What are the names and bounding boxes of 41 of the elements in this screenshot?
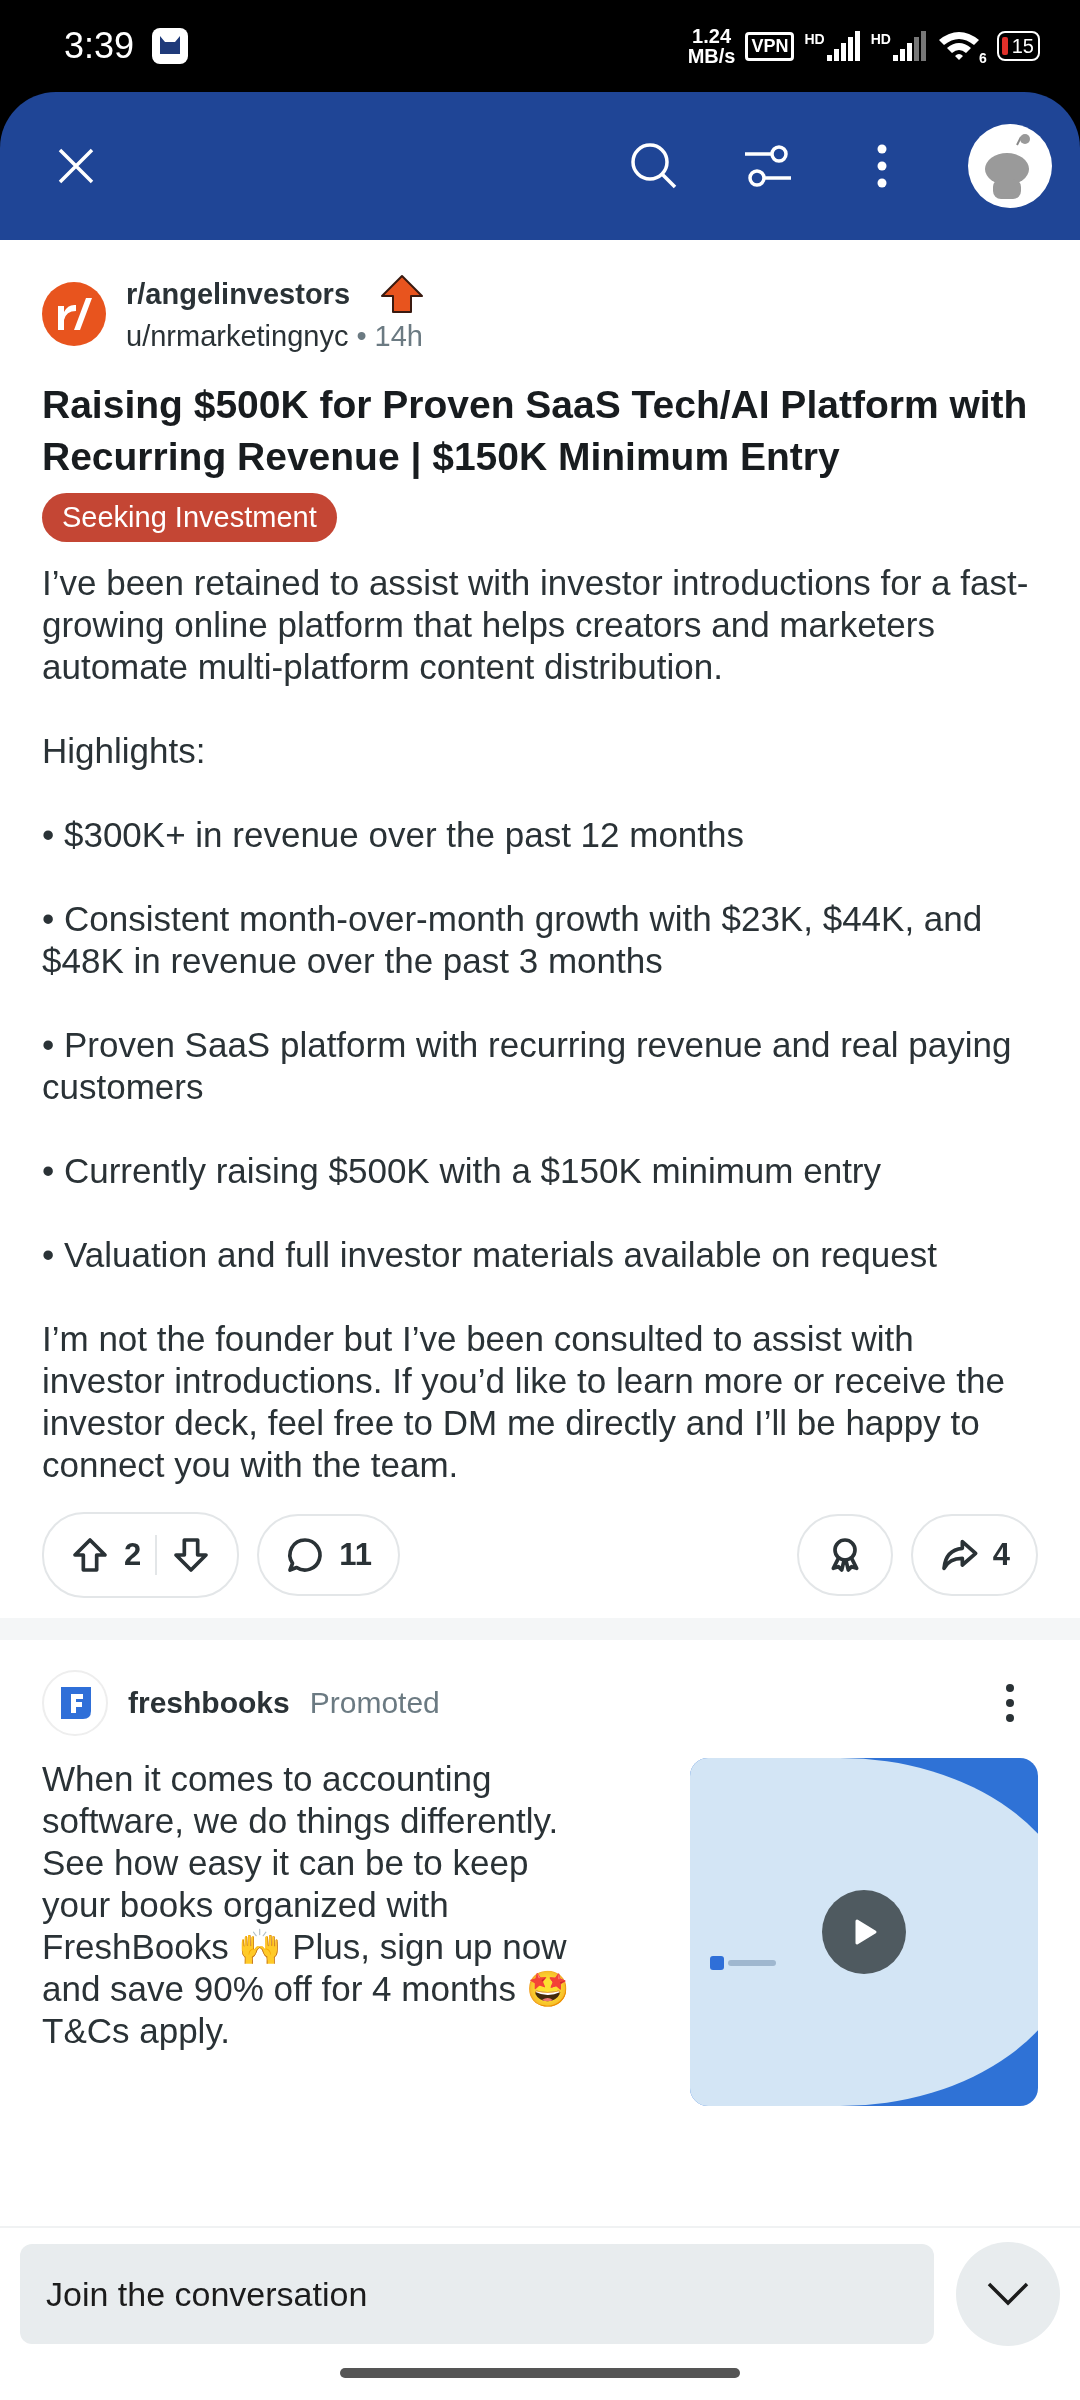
sliders-icon	[743, 144, 793, 188]
search-icon	[629, 141, 679, 191]
close-icon	[56, 146, 96, 186]
post-paragraph: I’m not the founder but I’ve been consulted to assist with investor introductions. If you’d like to learn more or receive the investor deck, feel free to DM me directly and I’ll be happy to connect you with the team.	[42, 1318, 1006, 1486]
signal-icon	[892, 31, 927, 61]
post-paragraph: • Valuation and full investor materials available on request	[42, 1234, 938, 1276]
vpn-indicator: VPN	[745, 31, 795, 61]
ad-text: When it comes to accounting software, we do things differently. See how easy it can be to keep your books organized with FreshBooks 🙌 Plus, sign up now and save 90% off for 4 months 🤩 T&Cs apply.	[42, 1758, 571, 2052]
network-type-label: HD	[804, 31, 825, 47]
comment-input[interactable]: Join the conversation	[20, 2244, 934, 2344]
post-age: 14h	[374, 320, 423, 353]
post-title: Raising $500K for Proven SaaS Tech/AI Platform with Recurring Revenue | $150K Minimum Entry	[42, 382, 1029, 481]
more-icon	[876, 144, 888, 188]
post-flair: Seeking Investment	[42, 493, 337, 542]
post-paragraph: • Proven SaaS platform with recurring revenue and real paying customers	[42, 1024, 1013, 1108]
post-paragraph: Highlights:	[42, 730, 207, 772]
signal-icon	[826, 31, 861, 61]
comments-button[interactable]: 11	[257, 1514, 401, 1596]
clock: 3:39	[64, 25, 135, 67]
upvote-button[interactable]	[70, 1535, 110, 1575]
post-paragraph: • Currently raising $500K with a $150K minimum entry	[42, 1150, 882, 1192]
post-paragraph: • Consistent month-over-month growth with $23K, $44K, and $48K in revenue over the past 3 months	[42, 898, 984, 982]
wifi-label: 6	[978, 50, 987, 66]
username-link[interactable]: u/nrmarketingnyc	[126, 320, 349, 353]
cat-app-icon	[152, 28, 189, 64]
post-paragraph: I’ve been retained to assist with investor introductions for a fast-growing online platform that helps creators and marketers automate multi-platform content distribution.	[42, 562, 1030, 688]
network-speed: 1.24	[692, 26, 732, 46]
chevron-down-icon	[986, 2281, 1030, 2307]
network-type-label: HD	[870, 31, 891, 47]
advertiser-logo	[42, 1670, 108, 1736]
upvote-arrow-icon	[380, 274, 425, 314]
separator-dot: •	[356, 320, 367, 353]
battery-icon: 15	[996, 31, 1040, 61]
post-paragraph: • $300K+ in revenue over the past 12 months	[42, 814, 746, 856]
more-icon	[1004, 1683, 1016, 1723]
share-button[interactable]: 4	[910, 1514, 1038, 1596]
vote-count: 2	[124, 1537, 142, 1573]
network-speed-unit: MB/s	[687, 46, 736, 66]
promoted-label: Promoted	[309, 1686, 440, 1720]
advertiser-name[interactable]: freshbooks	[128, 1686, 290, 1720]
subreddit-link[interactable]: r/angelinvestors	[126, 277, 351, 311]
